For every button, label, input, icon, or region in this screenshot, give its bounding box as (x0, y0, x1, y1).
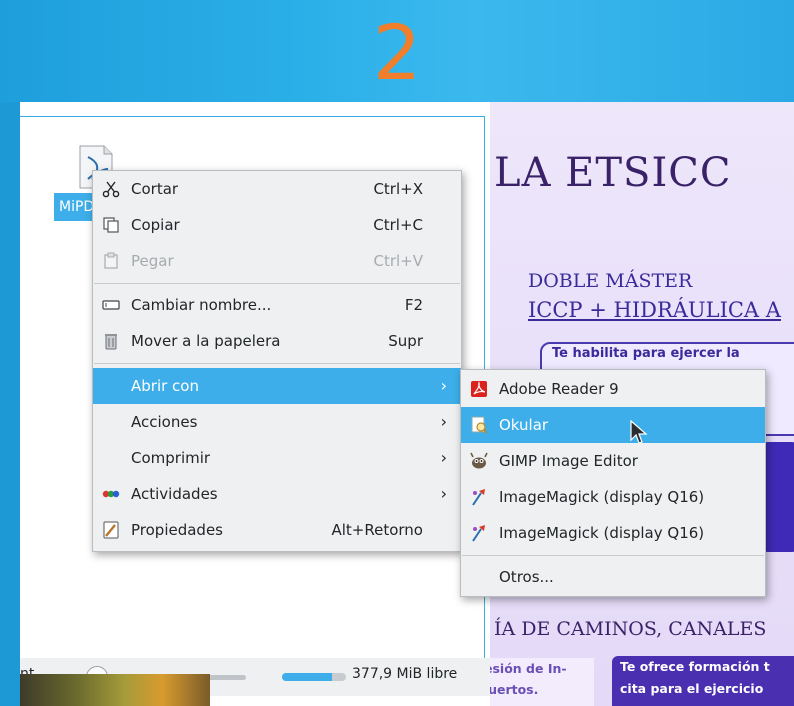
poster-right-tag-line1: Te ofrece formación t (620, 659, 770, 674)
poster-caminos: ÍA DE CAMINOS, CANALES (494, 618, 767, 640)
menu-item-label: Cambiar nombre... (131, 296, 272, 314)
submenu-item-adobe-reader[interactable]: Adobe Reader 9 (461, 371, 765, 407)
menu-item-label: Mover a la papelera (131, 332, 281, 350)
scissors-icon (102, 181, 120, 198)
menu-item-trash[interactable]: Mover a la papelera Supr (93, 323, 461, 359)
poster-title: LA ETSICC (494, 150, 732, 196)
okular-icon (471, 416, 488, 434)
trash-icon (105, 334, 117, 350)
free-space-label: 377,9 MiB libre (352, 666, 458, 682)
chevron-right-icon: › (440, 412, 447, 431)
poster-photo (20, 674, 210, 706)
poster-habilita-text: Te habilita para ejercer la (552, 346, 740, 361)
chevron-right-icon: › (440, 484, 447, 503)
poster-right-tag-line2: cita para el ejercicio (620, 681, 764, 696)
poster-right-tag: Te ofrece formación t cita para el ejerc… (612, 656, 794, 706)
menu-item-shortcut: F2 (404, 296, 423, 314)
submenu-item-label: Otros... (499, 568, 554, 586)
menu-item-paste[interactable]: Pegar Ctrl+V (93, 243, 461, 279)
copy-icon (103, 217, 119, 233)
menu-item-shortcut: Alt+Retorno (331, 521, 423, 539)
menu-item-activities[interactable]: Actividades › (93, 476, 461, 512)
poster-left-tag-line1: esión de In- (490, 661, 567, 676)
menu-item-shortcut: Ctrl+C (373, 216, 423, 234)
submenu-item-others[interactable]: Otros... (461, 559, 765, 595)
mouse-cursor-icon (630, 420, 648, 444)
submenu-item-imagemagick-1[interactable]: ImageMagick (display Q16) (461, 479, 765, 515)
menu-item-actions[interactable]: Acciones › (93, 404, 461, 440)
imagemagick-icon (472, 525, 485, 542)
menu-separator (462, 555, 764, 556)
free-space-fill (282, 673, 332, 681)
menu-item-label: Actividades (131, 485, 218, 503)
poster-iccp: ICCP + HIDRÁULICA A (528, 298, 781, 322)
menu-item-label: Comprimir (131, 449, 211, 467)
free-space-bar (282, 673, 346, 681)
activities-icon (102, 490, 120, 498)
submenu-item-label: Okular (499, 416, 549, 434)
menu-separator (94, 283, 460, 284)
menu-item-shortcut: Ctrl+V (373, 252, 423, 270)
menu-item-compress[interactable]: Comprimir › (93, 440, 461, 476)
menu-item-label: Acciones (131, 413, 198, 431)
menu-item-label: Pegar (131, 252, 174, 270)
menu-item-copy[interactable]: Copiar Ctrl+C (93, 207, 461, 243)
context-menu: Cortar Ctrl+X Copiar Ctrl+C Pegar Ctrl+V… (92, 170, 462, 552)
submenu-item-label: ImageMagick (display Q16) (499, 524, 705, 542)
chevron-right-icon: › (440, 376, 447, 395)
submenu-item-label: GIMP Image Editor (499, 452, 638, 470)
desktop-edge (0, 102, 20, 706)
menu-item-shortcut: Supr (388, 332, 423, 350)
menu-item-open-with[interactable]: Abrir con › (93, 368, 461, 404)
submenu-item-label: Adobe Reader 9 (499, 380, 619, 398)
submenu-item-label: ImageMagick (display Q16) (499, 488, 705, 506)
menu-item-properties[interactable]: Propiedades Alt+Retorno (93, 512, 461, 548)
imagemagick-icon (472, 489, 485, 506)
step-number: 2 (372, 8, 422, 97)
menu-separator (94, 363, 460, 364)
submenu-item-imagemagick-2[interactable]: ImageMagick (display Q16) (461, 515, 765, 551)
menu-item-cut[interactable]: Cortar Ctrl+X (93, 171, 461, 207)
paste-icon (104, 252, 118, 269)
menu-item-label: Cortar (131, 180, 179, 198)
poster-doble-master: DOBLE MÁSTER (528, 270, 693, 292)
menu-item-shortcut: Ctrl+X (373, 180, 423, 198)
chevron-right-icon: › (440, 448, 447, 467)
open-with-submenu: Adobe Reader 9 Okular GIMP Image Editor … (460, 369, 766, 597)
properties-icon (103, 521, 119, 539)
rename-icon (102, 300, 120, 310)
menu-item-label: Propiedades (131, 521, 223, 539)
submenu-item-okular[interactable]: Okular (461, 407, 765, 443)
menu-item-rename[interactable]: Cambiar nombre... F2 (93, 287, 461, 323)
menu-item-label: Copiar (131, 216, 180, 234)
submenu-item-gimp[interactable]: GIMP Image Editor (461, 443, 765, 479)
gimp-icon (470, 452, 488, 469)
adobe-reader-icon (471, 381, 487, 397)
menu-item-label: Abrir con (131, 377, 199, 395)
